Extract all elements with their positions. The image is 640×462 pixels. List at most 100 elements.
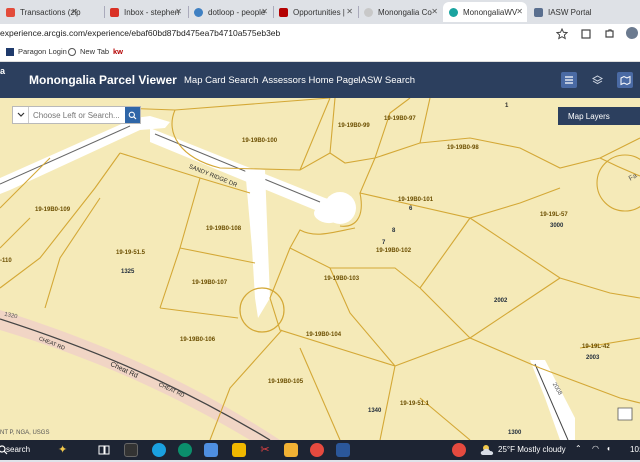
app-title: Monongalia Parcel Viewer [29,73,177,87]
bookmark-paragon-login[interactable]: Paragon Login [6,47,67,56]
parcel-label[interactable]: 19-19B0-98 [447,145,479,151]
parcel-label[interactable]: 19-19-51.1 [400,401,429,407]
parcel-label[interactable]: -110 [0,258,12,264]
bookmark-kw[interactable]: kw [113,47,123,56]
close-tab-icon[interactable]: ✕ [71,7,78,16]
globe-icon [68,47,76,56]
parcel-label[interactable]: 19-19B0-109 [35,207,70,213]
list-icon [565,76,573,84]
branch-road [245,168,270,318]
address-label: 8 [392,228,396,234]
puzzle-icon[interactable] [603,28,615,40]
tab-monongalia-wv[interactable]: MonongaliaWV ✕ [443,2,527,22]
address-bar[interactable]: experience.arcgis.com/experience/ebaf60b… [0,24,640,44]
parcel-label[interactable]: 19-19-51.5 [116,250,145,256]
parcel-map[interactable] [0,98,640,440]
search-widget [12,106,141,124]
map-layers-panel[interactable]: Map Layers [558,107,640,125]
nav-assessors-home-page[interactable]: Assessors Home Page [262,75,359,86]
header-corner-label: a [0,66,6,76]
parcel-label[interactable]: 19-19B0-104 [306,332,341,338]
parcel-label[interactable]: 19-19B0-97 [384,116,416,122]
app-header: a Monongalia Parcel Viewer Map Card Sear… [0,62,640,98]
url-text[interactable]: experience.arcgis.com/experience/ebaf60b… [0,28,280,38]
search-input[interactable] [29,107,125,123]
store-icon[interactable] [204,443,218,457]
file-explorer-icon[interactable] [232,443,246,457]
widgets-icon[interactable] [124,443,138,457]
iasw-icon [534,7,543,17]
address-label: 2002 [494,298,508,304]
bookmark-new-tab[interactable]: New Tab [68,47,109,56]
address-label: 1300 [508,430,522,436]
app-icon[interactable]: ✂ [258,443,272,457]
parcel-label[interactable]: 1 [505,103,508,109]
gmail-icon [110,7,119,17]
map-view[interactable]: SANDY RIDGE DR Cheat Rd CHEAT RD CHEAT R… [0,98,640,440]
word-icon[interactable] [336,443,350,457]
profile-avatar[interactable] [626,27,638,39]
parcel-label[interactable]: 19-19B0-108 [206,226,241,232]
chrome-profile-icon[interactable] [452,443,466,457]
tab-inbox[interactable]: Inbox - stephen ✕ [104,2,186,22]
address-label: 3000 [550,223,564,229]
close-tab-icon[interactable]: ✕ [431,7,438,16]
nav-map-card-search[interactable]: Map Card Search [184,75,258,86]
task-view-icon[interactable] [97,443,111,457]
tray-chevron-icon[interactable]: ⌃ [575,444,582,453]
browser-tab-bar: Transactions (zip ✕ Inbox - stephen ✕ do… [0,0,640,24]
close-tab-icon[interactable]: ✕ [516,7,523,16]
folder-icon[interactable] [284,443,298,457]
cheat-road-band [0,310,280,440]
search-source-dropdown[interactable] [13,107,29,123]
parcel-label[interactable]: 19-19B0-105 [268,379,303,385]
layers-icon [591,74,603,84]
bookmarks-bar: Paragon Login New Tab kw [0,44,640,62]
bookmark-star-icon[interactable] [556,28,568,40]
parcel-label[interactable]: 19-19B0-99 [338,123,370,129]
basemap-icon [620,75,630,85]
parcel-label[interactable]: 19-19B0-100 [242,138,277,144]
wifi-icon[interactable]: ◠ [592,444,599,453]
parcel-label[interactable]: 19-19L-42 [582,344,610,350]
parcel-label[interactable]: 19-19B0-107 [192,280,227,286]
search-button[interactable] [125,107,140,123]
map-attribution: NT P, NGA, USGS [0,430,50,436]
parcel-label[interactable]: 19-19B0-101 [398,197,433,203]
taskbar-search-label[interactable]: search [6,445,30,454]
volume-icon[interactable]: ◖ [606,444,611,453]
close-tab-icon[interactable]: ✕ [261,7,268,16]
address-label: 2003 [586,355,600,361]
kw-icon [279,7,288,17]
edge-icon[interactable] [152,443,166,457]
cul-de-sac [324,192,356,224]
address-label: 7 [382,240,386,246]
right-road [530,360,575,440]
list-tool-button[interactable] [561,72,577,88]
address-label: 1340 [368,408,382,414]
parcel-label[interactable]: 19-19B0-106 [180,337,215,343]
chrome-icon[interactable] [310,443,324,457]
weather-text[interactable]: 25°F Mostly cloudy [498,445,566,454]
tab-transactions[interactable]: Transactions (zip ✕ [0,2,82,22]
basemap-tool-button[interactable] [617,72,633,88]
arcgis-icon [449,7,458,17]
address-label: 1325 [121,269,135,275]
nav-iasw-search[interactable]: IASW Search [358,75,415,86]
address-label: 6 [409,206,413,212]
tab-opportunities[interactable]: Opportunities | ✕ [273,2,357,22]
tab-iasw-portal[interactable]: IASW Portal [528,2,640,22]
tab-dotloop[interactable]: dotloop - people ✕ [188,2,272,22]
parcel-label[interactable]: 19-19L-57 [540,212,568,218]
edge-dev-icon[interactable] [178,443,192,457]
parcel-label[interactable]: 19-19B0-102 [376,248,411,254]
close-tab-icon[interactable]: ✕ [346,7,353,16]
tab-monongalia-co[interactable]: Monongalia Co ✕ [358,2,442,22]
parcel-label[interactable]: 19-19B0-103 [324,276,359,282]
layers-tool-button[interactable] [589,72,605,88]
extension-icon[interactable] [580,28,592,40]
pointer-icon[interactable] [617,407,633,421]
sparkle-icon[interactable]: ✦ [58,443,67,456]
clock[interactable]: 10: [630,445,640,454]
close-tab-icon[interactable]: ✕ [175,7,182,16]
